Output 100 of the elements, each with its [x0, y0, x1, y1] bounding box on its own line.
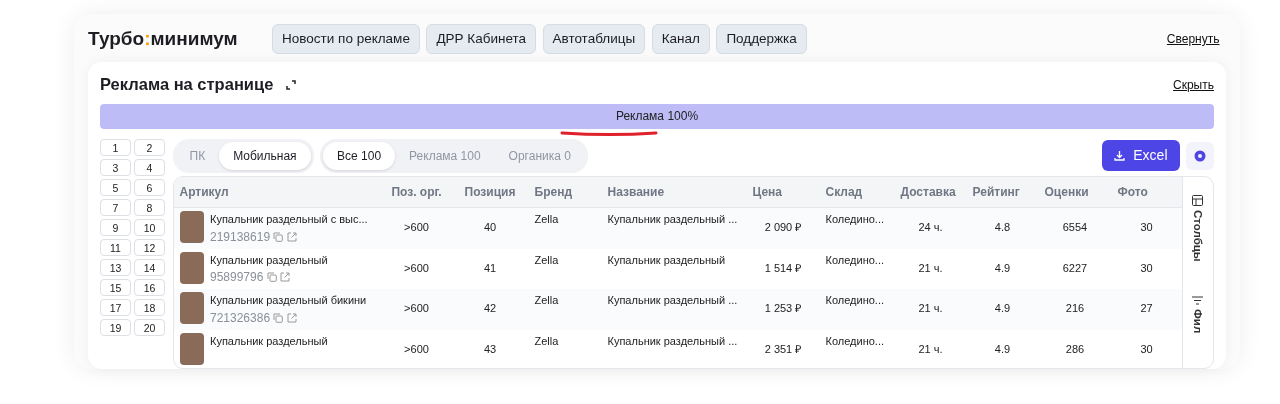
product-photo-placeholder — [179, 332, 204, 365]
column-header: Фото — [1111, 177, 1182, 208]
product-photo-placeholder — [179, 251, 204, 284]
table-cell: 6554 — [1062, 221, 1088, 233]
table-cell: 27 — [1140, 302, 1153, 314]
table-cell: 286 — [1065, 342, 1085, 355]
page-number-button[interactable]: 13 — [100, 258, 131, 276]
page-number-button[interactable]: 3 — [100, 158, 131, 176]
page-number-button[interactable]: 20 — [134, 318, 165, 336]
page-number-button[interactable]: 18 — [134, 298, 165, 316]
table-cell: 2 090 ₽ — [764, 221, 802, 233]
excel-button[interactable]: Excel — [1102, 140, 1180, 172]
page-number-button[interactable]: 9 — [100, 218, 131, 236]
nav-link[interactable]: ДРР Кабинета — [426, 24, 536, 55]
table-cell: 30 — [1140, 261, 1153, 274]
page-number-button[interactable]: 15 — [100, 278, 131, 296]
table-cell: 4.9 — [994, 302, 1011, 314]
brand-logo: Турбо:минимум — [88, 26, 238, 51]
expand-icon[interactable] — [286, 79, 297, 90]
page-number-button[interactable]: 8 — [134, 198, 165, 216]
collapse-link[interactable]: Свернуть — [1166, 30, 1220, 49]
table-cell: >600 — [404, 302, 429, 314]
table-cell: >600 — [404, 342, 429, 355]
product-name: Купальник раздельный бикини — [210, 293, 367, 308]
table-cell: 216 — [1065, 302, 1085, 314]
column-header: Рейтинг — [966, 177, 1039, 208]
table-cell: Купальник раздельный — [607, 253, 726, 266]
page-number-button[interactable]: 12 — [134, 238, 165, 256]
column-header: Доставка — [894, 177, 967, 208]
table-cell: 2 351 ₽ — [764, 342, 802, 355]
nav-link[interactable]: Канал — [651, 24, 710, 55]
table-icon — [1191, 195, 1203, 206]
nav-link[interactable]: Поддержка — [716, 24, 807, 55]
article-number: 219138619 — [210, 228, 271, 246]
table-cell: Zella — [534, 213, 559, 225]
table-cell: Купальник раздельный ... — [607, 334, 738, 347]
filter-icon — [1191, 295, 1203, 305]
column-header: Название — [601, 177, 747, 208]
hide-link[interactable]: Скрыть — [1173, 75, 1214, 94]
copy-icon[interactable] — [273, 231, 284, 242]
toggle-tab[interactable]: Мобильная — [219, 141, 311, 170]
page-number-button[interactable]: 2 — [134, 138, 165, 156]
copy-icon[interactable] — [273, 312, 284, 323]
page-number-button[interactable]: 11 — [100, 238, 131, 256]
table-cell: 21 ч. — [918, 342, 943, 355]
column-header: Цена — [746, 177, 820, 208]
column-header: Артикул — [173, 177, 382, 208]
page-number-button[interactable]: 7 — [100, 198, 131, 216]
page-number-button[interactable]: 17 — [100, 298, 131, 316]
column-header: Бренд — [528, 177, 602, 208]
external-link-icon[interactable] — [286, 231, 297, 242]
table-cell: Купальник раздельный ... — [607, 213, 738, 225]
side-tool-button[interactable]: Столбцы — [1188, 195, 1206, 262]
page-number-button[interactable]: 10 — [134, 218, 165, 236]
panel-title: Реклама на странице — [100, 74, 274, 96]
settings-button[interactable] — [1186, 141, 1214, 170]
side-tool-button[interactable]: Фил — [1188, 295, 1206, 333]
download-icon — [1114, 150, 1126, 162]
page-number-button[interactable]: 6 — [134, 178, 165, 196]
product-photo-placeholder — [179, 292, 204, 324]
settings-icon — [1193, 148, 1207, 163]
table-cell: 1 514 ₽ — [764, 261, 802, 274]
table-cell: 40 — [483, 221, 497, 233]
page-number-button[interactable]: 19 — [100, 318, 131, 336]
table-cell: Zella — [534, 253, 559, 266]
table-cell: 4.9 — [994, 342, 1011, 355]
table-cell: >600 — [404, 261, 429, 274]
page-number-button[interactable]: 4 — [134, 158, 165, 176]
nav-link[interactable]: Автотаблицы — [542, 24, 646, 55]
article-number: 95899796 — [210, 269, 264, 286]
column-header: Позиция — [451, 177, 529, 208]
toggle-tab[interactable]: Все 100 — [323, 141, 396, 170]
table-cell: 30 — [1140, 221, 1153, 233]
page-number-button[interactable]: 5 — [100, 178, 131, 196]
product-name: Купальник раздельный с выс... — [210, 212, 368, 227]
column-header: Оценки — [1038, 177, 1112, 208]
product-name: Купальник раздельный — [210, 252, 328, 268]
table-cell: 21 ч. — [918, 261, 943, 274]
table-cell: 21 ч. — [918, 302, 943, 314]
table-cell: Коледино... — [825, 334, 884, 347]
table-cell: 24 ч. — [918, 221, 943, 233]
table-cell: Zella — [534, 334, 559, 347]
external-link-icon[interactable] — [286, 312, 297, 323]
table-cell: 4.8 — [994, 221, 1011, 233]
table-cell: >600 — [404, 221, 429, 233]
external-link-icon[interactable] — [279, 272, 290, 282]
page-number-button[interactable]: 1 — [100, 138, 131, 156]
nav-link[interactable]: Новости по рекламе — [272, 24, 420, 55]
table-cell: Коледино... — [825, 213, 884, 225]
table-cell: 42 — [483, 302, 497, 314]
page-number-button[interactable]: 14 — [134, 258, 165, 276]
table-cell: Zella — [534, 294, 559, 306]
column-header: Склад — [819, 177, 895, 208]
table-cell: 4.9 — [994, 261, 1011, 274]
table-cell: 1 253 ₽ — [764, 302, 802, 314]
article-number: 721326386 — [210, 309, 271, 327]
page-number-button[interactable]: 16 — [134, 278, 165, 296]
copy-icon[interactable] — [266, 272, 277, 282]
table-cell: 6227 — [1062, 261, 1088, 274]
ad-share-label: Реклама 100% — [615, 108, 699, 125]
